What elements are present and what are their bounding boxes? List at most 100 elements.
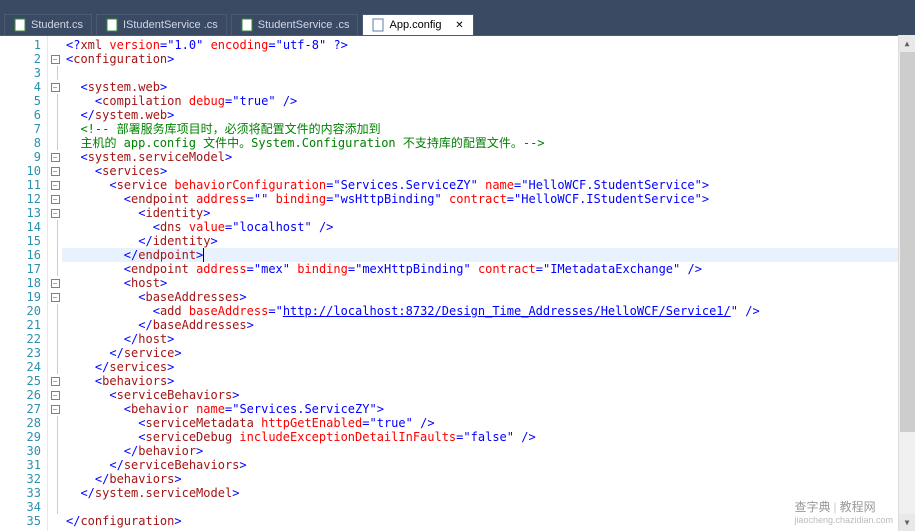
- code-line[interactable]: [66, 500, 915, 514]
- code-line[interactable]: <add baseAddress="http://localhost:8732/…: [66, 304, 915, 318]
- fold-toggle-icon[interactable]: −: [51, 181, 60, 190]
- fold-empty: [48, 514, 62, 528]
- fold-toggle[interactable]: −: [48, 80, 62, 94]
- fold-toggle-icon[interactable]: −: [51, 55, 60, 64]
- fold-toggle[interactable]: −: [48, 290, 62, 304]
- code-line[interactable]: <service behaviorConfiguration="Services…: [66, 178, 915, 192]
- code-line[interactable]: <serviceDebug includeExceptionDetailInFa…: [66, 430, 915, 444]
- code-line[interactable]: </system.web>: [66, 108, 915, 122]
- fold-guide: [48, 108, 62, 122]
- code-line[interactable]: 主机的 app.config 文件中。System.Configuration …: [66, 136, 915, 150]
- code-line[interactable]: </system.serviceModel>: [66, 486, 915, 500]
- fold-toggle[interactable]: −: [48, 52, 62, 66]
- code-line[interactable]: <system.web>: [66, 80, 915, 94]
- line-number: 32: [0, 472, 41, 486]
- code-line[interactable]: <configuration>: [66, 52, 915, 66]
- fold-toggle-icon[interactable]: −: [51, 153, 60, 162]
- fold-toggle-icon[interactable]: −: [51, 391, 60, 400]
- watermark-right: 教程网: [840, 500, 876, 514]
- line-number: 1: [0, 38, 41, 52]
- fold-gutter[interactable]: − − − − − − − − − − − −: [48, 36, 62, 531]
- code-line[interactable]: </services>: [66, 360, 915, 374]
- code-line[interactable]: <behaviors>: [66, 374, 915, 388]
- line-number: 29: [0, 430, 41, 444]
- tab-student-cs[interactable]: C#Student.cs: [4, 14, 92, 35]
- code-line[interactable]: </service>: [66, 346, 915, 360]
- code-line[interactable]: <identity>: [66, 206, 915, 220]
- line-number: 13: [0, 206, 41, 220]
- fold-toggle-icon[interactable]: −: [51, 167, 60, 176]
- code-line[interactable]: </behavior>: [66, 444, 915, 458]
- line-number: 5: [0, 94, 41, 108]
- fold-guide: [48, 416, 62, 430]
- code-line[interactable]: </host>: [66, 332, 915, 346]
- fold-toggle[interactable]: −: [48, 276, 62, 290]
- code-line[interactable]: <serviceMetadata httpGetEnabled="true" /…: [66, 416, 915, 430]
- line-number: 21: [0, 318, 41, 332]
- code-line[interactable]: <endpoint address="" binding="wsHttpBind…: [66, 192, 915, 206]
- fold-guide: [48, 458, 62, 472]
- line-number: 33: [0, 486, 41, 500]
- tab-studentservice-cs[interactable]: C#StudentService .cs: [231, 14, 359, 35]
- scroll-up-button[interactable]: ▲: [899, 35, 915, 52]
- fold-guide: [48, 304, 62, 318]
- code-line[interactable]: <serviceBehaviors>: [66, 388, 915, 402]
- code-line[interactable]: <host>: [66, 276, 915, 290]
- code-line[interactable]: <system.serviceModel>: [66, 150, 915, 164]
- line-number: 11: [0, 178, 41, 192]
- fold-toggle[interactable]: −: [48, 388, 62, 402]
- code-line[interactable]: </identity>: [66, 234, 915, 248]
- code-line[interactable]: <behavior name="Services.ServiceZY">: [66, 402, 915, 416]
- close-icon[interactable]: ✕: [453, 19, 465, 31]
- fold-guide: [48, 360, 62, 374]
- fold-toggle[interactable]: −: [48, 374, 62, 388]
- code-line[interactable]: <services>: [66, 164, 915, 178]
- tab-istudentservice-cs[interactable]: C# IStudentService .cs: [96, 14, 227, 35]
- tab-app-config[interactable]: App.config✕: [362, 14, 474, 35]
- code-line[interactable]: <baseAddresses>: [66, 290, 915, 304]
- fold-guide: [48, 472, 62, 486]
- fold-toggle[interactable]: −: [48, 206, 62, 220]
- fold-toggle[interactable]: −: [48, 402, 62, 416]
- fold-toggle-icon[interactable]: −: [51, 293, 60, 302]
- fold-toggle-icon[interactable]: −: [51, 377, 60, 386]
- csharp-file-icon: C#: [105, 18, 119, 32]
- fold-guide: [48, 234, 62, 248]
- code-line[interactable]: </serviceBehaviors>: [66, 458, 915, 472]
- fold-empty: [48, 38, 62, 52]
- scrollbar-thumb[interactable]: [900, 52, 915, 432]
- code-line[interactable]: <?xml version="1.0" encoding="utf-8" ?>: [66, 38, 915, 52]
- fold-toggle-icon[interactable]: −: [51, 83, 60, 92]
- line-number: 3: [0, 66, 41, 80]
- fold-guide: [48, 430, 62, 444]
- code-line[interactable]: </baseAddresses>: [66, 318, 915, 332]
- tab-label: IStudentService .cs: [123, 19, 218, 31]
- fold-toggle-icon[interactable]: −: [51, 195, 60, 204]
- code-line[interactable]: <dns value="localhost" />: [66, 220, 915, 234]
- code-line[interactable]: <compilation debug="true" />: [66, 94, 915, 108]
- code-line[interactable]: <endpoint address="mex" binding="mexHttp…: [66, 262, 915, 276]
- fold-toggle[interactable]: −: [48, 164, 62, 178]
- fold-guide: [48, 486, 62, 500]
- fold-toggle[interactable]: −: [48, 192, 62, 206]
- fold-toggle[interactable]: −: [48, 178, 62, 192]
- code-line[interactable]: [66, 66, 915, 80]
- scroll-down-button[interactable]: ▼: [899, 514, 915, 531]
- code-line[interactable]: <!-- 部署服务库项目时，必须将配置文件的内容添加到: [66, 122, 915, 136]
- fold-toggle-icon[interactable]: −: [51, 279, 60, 288]
- code-line[interactable]: </behaviors>: [66, 472, 915, 486]
- fold-guide: [48, 66, 62, 80]
- config-file-icon: [371, 18, 385, 32]
- fold-toggle-icon[interactable]: −: [51, 405, 60, 414]
- line-number: 25: [0, 374, 41, 388]
- line-number: 12: [0, 192, 41, 206]
- line-number: 27: [0, 402, 41, 416]
- code-area[interactable]: <?xml version="1.0" encoding="utf-8" ?><…: [62, 36, 915, 531]
- fold-toggle-icon[interactable]: −: [51, 209, 60, 218]
- line-number: 18: [0, 276, 41, 290]
- line-number: 35: [0, 514, 41, 528]
- vertical-scrollbar[interactable]: ▲ ▼: [898, 35, 915, 531]
- fold-toggle[interactable]: −: [48, 150, 62, 164]
- code-line[interactable]: </configuration>: [66, 514, 915, 528]
- line-number: 23: [0, 346, 41, 360]
